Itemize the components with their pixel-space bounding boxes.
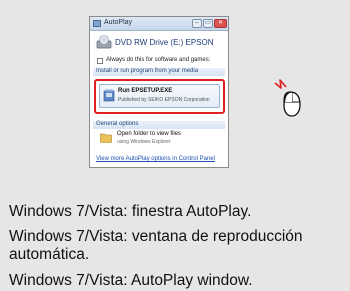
autoplay-dialog-screenshot: AutoPlay – ▭ ✕ DVD RW Drive (E:) EPSON A… — [89, 16, 229, 168]
caption-spanish: Windows 7/Vista: ventana de reproducción… — [9, 228, 303, 263]
mouse-click-icon — [274, 79, 301, 117]
title-bar: AutoPlay – ▭ ✕ — [90, 17, 228, 31]
close-button[interactable]: ✕ — [214, 19, 227, 28]
general-section-label: General options — [96, 121, 139, 127]
caption-english: Windows 7/Vista: AutoPlay window. — [9, 272, 253, 289]
minimize-button[interactable]: – — [192, 19, 202, 28]
always-do-checkbox[interactable] — [97, 58, 103, 64]
autoplay-app-icon — [93, 20, 101, 27]
dvd-drive-icon — [96, 35, 112, 49]
always-do-label: Always do this for software and games: — [106, 57, 211, 63]
install-section-label: Install or run program from your media — [96, 68, 199, 74]
run-option-highlight — [94, 79, 225, 114]
open-folder-sub: using Windows Explorer — [117, 139, 171, 145]
drive-title: DVD RW Drive (E:) EPSON — [115, 38, 214, 47]
install-section-header: Install or run program from your media — [93, 68, 225, 76]
open-folder-option[interactable]: Open folder to view files — [117, 131, 181, 137]
general-section-header: General options — [93, 121, 225, 129]
caption-italian: Windows 7/Vista: finestra AutoPlay. — [9, 203, 252, 220]
maximize-button[interactable]: ▭ — [203, 19, 213, 28]
window-title: AutoPlay — [104, 19, 133, 26]
more-autoplay-options-link[interactable]: View more AutoPlay options in Control Pa… — [96, 156, 215, 162]
folder-icon — [100, 133, 112, 143]
